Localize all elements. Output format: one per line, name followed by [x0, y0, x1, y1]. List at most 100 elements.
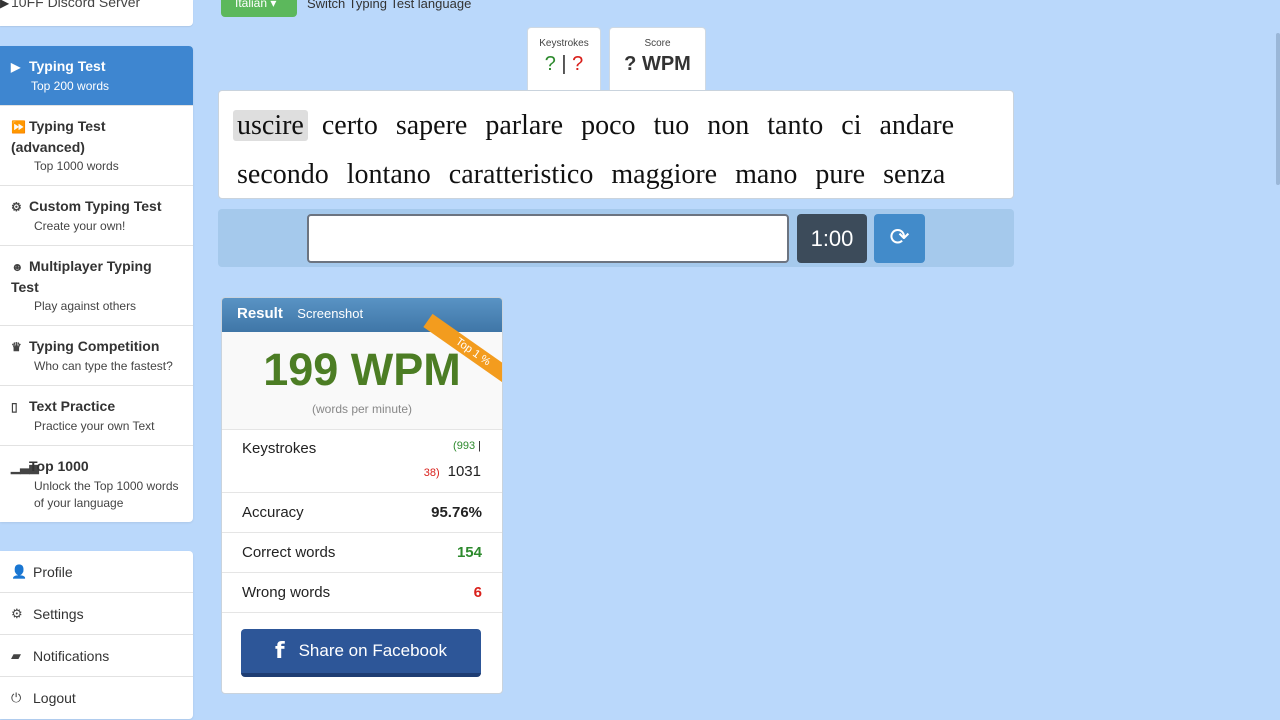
result-correct-row: Correct words 154 [222, 533, 502, 573]
reload-button[interactable]: ⟳ [874, 214, 925, 263]
share-label: Share on Facebook [298, 641, 447, 660]
word: poco [581, 110, 636, 141]
signal-icon: ▁▃▅ [11, 460, 39, 474]
keystrokes-separator: | [561, 53, 567, 75]
user-icon: 👤 [11, 563, 28, 579]
result-keystrokes-row: Keystrokes (993 | 38) 1031 [222, 430, 502, 493]
word: andare [879, 110, 955, 141]
screenshot-link[interactable]: Screenshot [297, 306, 363, 321]
keystrokes-total: 38) 1031 [424, 463, 481, 480]
sidebar-item-text-practice[interactable]: ▯ Text Practice Practice your own Text [0, 386, 193, 446]
ks-correct: (993 [453, 440, 476, 452]
correct-words-value: 154 [456, 544, 482, 561]
trophy-icon: ♛ [11, 340, 22, 354]
correct-words-label: Correct words [242, 544, 336, 561]
sidebar-item-settings[interactable]: ⚙ Settings [0, 593, 193, 635]
play-icon: ▶ [11, 60, 21, 74]
file-icon: ▯ [11, 400, 18, 414]
word: senza [883, 159, 946, 190]
menu-label: Notifications [33, 647, 110, 664]
current-word: uscire [233, 110, 308, 141]
sidebar-item-subtitle: Who can type the fastest? [34, 359, 173, 373]
comment-icon: ▰ [11, 647, 21, 663]
sidebar-item-title: Top 1000 [29, 458, 89, 474]
sidebar-item-title: Multiplayer Typing Test [11, 258, 152, 295]
timer: 1:00 [797, 214, 867, 263]
keystrokes-correct: ? [544, 53, 556, 75]
ks-total: 1031 [447, 463, 481, 480]
word: caratteristico [448, 159, 594, 190]
word: tuo [653, 110, 690, 141]
word: parlare [485, 110, 564, 141]
word: non [707, 110, 750, 141]
word-display: uscire certo sapere parlare poco tuo non… [218, 90, 1014, 199]
sidebar-item-typing-test[interactable]: ▶ Typing Test Top 200 words [0, 46, 193, 106]
caret-down-icon: ▾ [270, 0, 277, 10]
sidebar-item-multiplayer[interactable]: ☻ Multiplayer Typing Test Play against ot… [0, 246, 193, 326]
sidebar-item-top-1000[interactable]: ▁▃▅Top 1000 Unlock the Top 1000 words of… [0, 446, 193, 522]
sidebar-item-subtitle: Practice your own Text [34, 419, 155, 433]
word: ci [841, 110, 862, 141]
sidebar-item-title: Text Practice [29, 398, 116, 414]
word: tanto [767, 110, 824, 141]
sidebar-item-competition[interactable]: ♛ Typing Competition Who can type the fas… [0, 326, 193, 386]
result-panel: Result Screenshot Top 1 % 199 WPM (words… [221, 297, 503, 694]
keystrokes-breakdown: (993 | [453, 440, 481, 452]
sidebar-item-logout[interactable]: ⏻ Logout [0, 677, 193, 719]
wrong-words-label: Wrong words [242, 584, 331, 601]
language-label: Italian [235, 0, 268, 10]
menu-label: Logout [33, 690, 76, 706]
word: pure [815, 159, 866, 190]
keystrokes-value: ? | ? [528, 53, 600, 76]
result-wrong-row: Wrong words 6 [222, 573, 502, 613]
sidebar-item-typing-test-advanced[interactable]: ⏩ Typing Test (advanced) Top 1000 words [0, 106, 193, 186]
sidebar-item-subtitle: Create your own! [34, 219, 126, 233]
score-value: ? WPM [624, 53, 691, 75]
sidebar-item-title: Custom Typing Test [29, 198, 162, 214]
result-keystrokes-label: Keystrokes [242, 440, 317, 457]
word: secondo [237, 159, 329, 190]
score-box: Score ? WPM [609, 27, 706, 91]
discord-server-link[interactable]: ▶ 10FF Discord Server [0, 0, 193, 26]
word: maggiore [611, 159, 718, 190]
wpm-caption: (words per minute) [311, 402, 413, 416]
accuracy-value: 95.76% [431, 504, 482, 521]
logout-icon: ⏻ [11, 690, 22, 705]
sidebar-item-profile[interactable]: 👤 Profile [0, 551, 193, 593]
sidebar-item-notifications[interactable]: ▰ Notifications [0, 635, 193, 677]
bullhorn-icon: ▶ [0, 0, 10, 10]
typing-input[interactable] [307, 214, 789, 263]
keystrokes-box: Keystrokes ? | ? [527, 27, 601, 91]
wrong-words-value: 6 [473, 584, 482, 601]
result-title: Result [237, 305, 283, 322]
word: certo [321, 110, 378, 141]
page-scrollbar[interactable] [1276, 33, 1280, 185]
sidebar-item-subtitle: Top 200 words [31, 79, 110, 93]
keystrokes-header: Keystrokes [539, 38, 589, 49]
word: sapere [395, 110, 468, 141]
score-header: Score [644, 38, 671, 49]
gears-icon: ⚙ [11, 200, 22, 214]
input-row: 1:00 ⟳ [218, 209, 1014, 267]
fast-forward-icon: ⏩ [11, 120, 26, 134]
account-menu: 👤 Profile ⚙ Settings ▰ Notifications ⏻ Logou… [0, 551, 193, 719]
sidebar-item-title: Typing Competition [29, 338, 160, 354]
sidebar-item-subtitle: Play against others [34, 299, 137, 313]
share-facebook-button[interactable]: f Share on Facebook [241, 629, 481, 677]
menu-label: Profile [33, 563, 73, 580]
sidebar-menu: ▶ Typing Test Top 200 words ⏩ Typing Test … [0, 46, 193, 522]
sidebar-item-custom-typing-test[interactable]: ⚙ Custom Typing Test Create your own! [0, 186, 193, 246]
sidebar-item-subtitle: Unlock the Top 1000 words of your langua… [34, 479, 179, 510]
language-select-button[interactable]: Italian ▾ [221, 0, 297, 17]
language-hint: Switch Typing Test language [307, 0, 472, 11]
gear-icon: ⚙ [11, 605, 23, 621]
ks-separator: | [475, 440, 481, 452]
result-accuracy-row: Accuracy 95.76% [222, 493, 502, 533]
users-icon: ☻ [11, 260, 24, 274]
discord-server-label: 10FF Discord Server [11, 0, 141, 10]
accuracy-label: Accuracy [242, 504, 304, 521]
facebook-icon: f [275, 638, 285, 664]
sidebar-item-subtitle: Top 1000 words [34, 159, 119, 173]
result-header: Result Screenshot [222, 298, 502, 332]
sidebar-item-title: Typing Test [29, 58, 106, 74]
